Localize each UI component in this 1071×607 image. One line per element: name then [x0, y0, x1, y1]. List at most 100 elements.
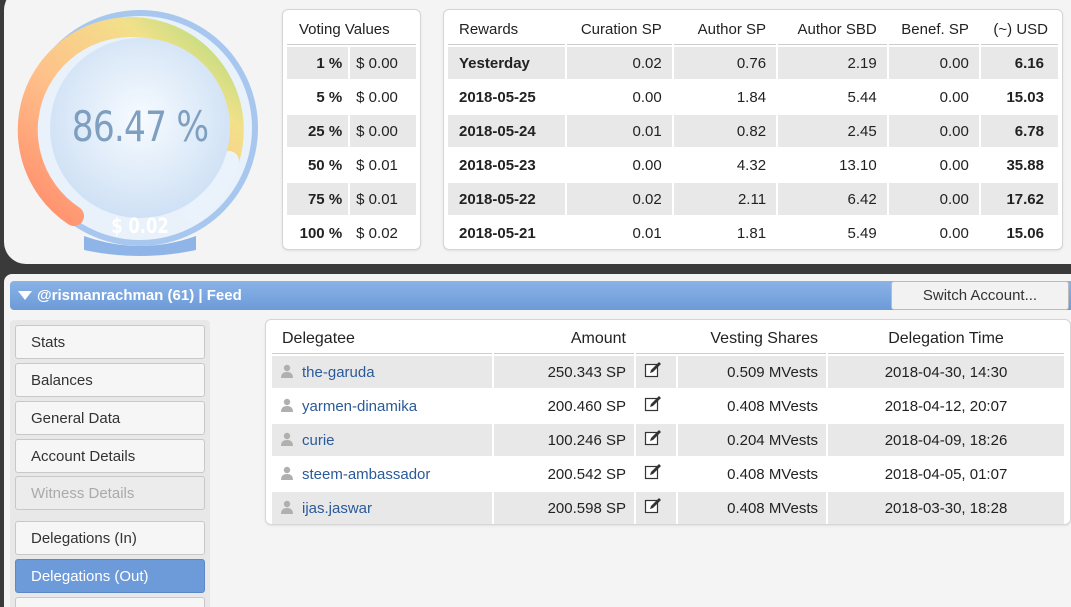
delegatee-link[interactable]: curie	[302, 432, 335, 449]
delegation-time-cell: 2018-04-09, 18:26	[828, 424, 1064, 456]
voting-val: $ 0.00	[350, 115, 416, 147]
rewards-row: 2018-05-23 0.00 4.32 13.10 0.00 35.88	[448, 149, 1058, 181]
menu-item-delegations-out[interactable]: Delegations (Out)	[15, 559, 205, 593]
voting-pct: 1 %	[287, 47, 349, 79]
delegations-card: Delegatee Amount Vesting Shares Delegati…	[265, 319, 1071, 525]
account-title: @rismanrachman (61) | Feed	[37, 287, 242, 304]
curation-sp: 0.02	[566, 183, 672, 215]
vesting-shares-cell: 0.408 MVests	[727, 397, 818, 415]
voting-val: $ 0.01	[350, 183, 416, 215]
edit-icon[interactable]	[644, 463, 662, 481]
voting-row: 5 % $ 0.00	[287, 81, 416, 113]
voting-pct: 25 %	[287, 115, 349, 147]
edit-cell[interactable]	[636, 390, 676, 422]
author-sbd-col-header: Author SBD	[778, 15, 887, 45]
edit-icon[interactable]	[644, 395, 662, 413]
delegatee-col-header: Delegatee	[272, 324, 492, 354]
voting-values-table: Voting Values 1 % $ 0.00 5 % $ 0.00 25 %…	[285, 13, 418, 251]
delegatee-cell[interactable]: yarmen-dinamika	[272, 390, 492, 422]
voting-val: $ 0.01	[356, 156, 398, 174]
edit-cell[interactable]	[636, 492, 676, 524]
user-icon	[281, 500, 293, 514]
author-sp: 2.11	[673, 183, 777, 215]
rewards-col-header: Rewards	[448, 15, 565, 45]
voting-pct: 5 %	[316, 88, 343, 106]
edit-icon[interactable]	[644, 361, 662, 379]
rewards-header-row: Rewards Curation SP Author SP Author SBD…	[448, 15, 1058, 45]
delegatee-link[interactable]: yarmen-dinamika	[302, 398, 417, 415]
usd-value: 6.16	[980, 47, 1058, 79]
amount-cell: 200.460 SP	[547, 397, 626, 415]
author-sbd: 5.44	[847, 88, 877, 106]
switch-account-button[interactable]: Switch Account...	[891, 281, 1069, 310]
voting-row: 25 % $ 0.00	[287, 115, 416, 147]
rewards-row: 2018-05-22 0.02 2.11 6.42 0.00 17.62	[448, 183, 1058, 215]
voting-values-card: Voting Values 1 % $ 0.00 5 % $ 0.00 25 %…	[282, 9, 421, 250]
delegation-time-cell: 2018-03-30, 18:28	[828, 492, 1064, 524]
rewards-date: 2018-05-23	[459, 156, 536, 174]
menu-item-balances[interactable]: Balances	[15, 363, 205, 397]
edit-cell[interactable]	[636, 356, 676, 388]
delegatee-cell[interactable]: steem-ambassador	[272, 458, 492, 490]
author-sbd: 13.10	[839, 156, 877, 174]
voting-val: $ 0.02	[356, 224, 398, 242]
delegatee-link[interactable]: the-garuda	[302, 364, 375, 381]
usd-col-header: (~) USD	[980, 15, 1058, 45]
voting-row: 100 % $ 0.02	[287, 217, 416, 249]
delegatee-link[interactable]: ijas.jaswar	[302, 500, 372, 517]
amount-cell: 200.542 SP	[547, 465, 626, 483]
edit-cell[interactable]	[636, 424, 676, 456]
delegatee-cell[interactable]: curie	[272, 424, 492, 456]
table-row: curie 100.246 SP 0.204 MVests 2018-04-09…	[272, 424, 1064, 456]
voting-val: $ 0.00	[350, 47, 416, 79]
user-icon	[281, 398, 293, 412]
vesting-shares-cell: 0.204 MVests	[678, 424, 826, 456]
delegation-time-cell: 2018-04-12, 20:07	[884, 397, 1008, 415]
usd-value: 6.78	[980, 115, 1058, 147]
voting-pct: 75 %	[287, 183, 349, 215]
delegatee-cell[interactable]: ijas.jaswar	[272, 492, 492, 524]
menu-item-stats[interactable]: Stats	[15, 325, 205, 359]
delegatee-link[interactable]: steem-ambassador	[302, 466, 430, 483]
voting-values-header: Voting Values	[287, 15, 416, 45]
menu-item-delegations-in[interactable]: Delegations (In)	[15, 521, 205, 555]
rewards-row: 2018-05-21 0.01 1.81 5.49 0.00 15.06	[448, 217, 1058, 249]
author-sbd: 5.49	[847, 224, 877, 242]
rewards-table: Rewards Curation SP Author SP Author SBD…	[446, 13, 1060, 251]
voting-pct: 50 %	[307, 156, 343, 174]
rewards-row: 2018-05-24 0.01 0.82 2.45 0.00 6.78	[448, 115, 1058, 147]
benef-sp: 0.00	[888, 183, 979, 215]
chevron-down-icon[interactable]	[18, 291, 32, 300]
edit-icon[interactable]	[644, 497, 662, 515]
author-sp-col-header: Author SP	[673, 15, 777, 45]
table-row: steem-ambassador 200.542 SP 0.408 MVests…	[272, 458, 1064, 490]
user-icon	[281, 364, 293, 378]
edit-cell[interactable]	[636, 458, 676, 490]
menu-item-general-data[interactable]: General Data	[15, 401, 205, 435]
benef-sp-col-header: Benef. SP	[888, 15, 979, 45]
menu-item-witness-details: Witness Details	[15, 476, 205, 510]
vesting-shares-cell: 0.408 MVests	[678, 492, 826, 524]
curation-sp: 0.01	[566, 115, 672, 147]
author-sp: 0.76	[673, 47, 777, 79]
rewards-date: 2018-05-22	[448, 183, 565, 215]
menu-item-account-details[interactable]: Account Details	[15, 439, 205, 473]
benef-sp: 0.00	[939, 224, 969, 242]
amount-col-header: Amount	[494, 324, 634, 354]
curation-sp: 0.00	[632, 156, 662, 174]
author-sbd: 2.45	[778, 115, 887, 147]
benef-sp: 0.00	[888, 47, 979, 79]
usd-value: 17.62	[980, 183, 1058, 215]
rewards-date: Yesterday	[448, 47, 565, 79]
menu-item-next[interactable]	[15, 597, 205, 607]
vesting-shares-cell: 0.509 MVests	[678, 356, 826, 388]
user-icon	[281, 466, 293, 480]
author-sp: 1.84	[736, 88, 767, 106]
delegation-time-cell: 2018-04-05, 01:07	[884, 465, 1008, 483]
delegatee-cell[interactable]: the-garuda	[272, 356, 492, 388]
voting-row: 1 % $ 0.00	[287, 47, 416, 79]
author-sp: 1.81	[736, 224, 767, 242]
edit-icon[interactable]	[644, 429, 662, 447]
rewards-row: Yesterday 0.02 0.76 2.19 0.00 6.16	[448, 47, 1058, 79]
author-sp: 0.82	[673, 115, 777, 147]
